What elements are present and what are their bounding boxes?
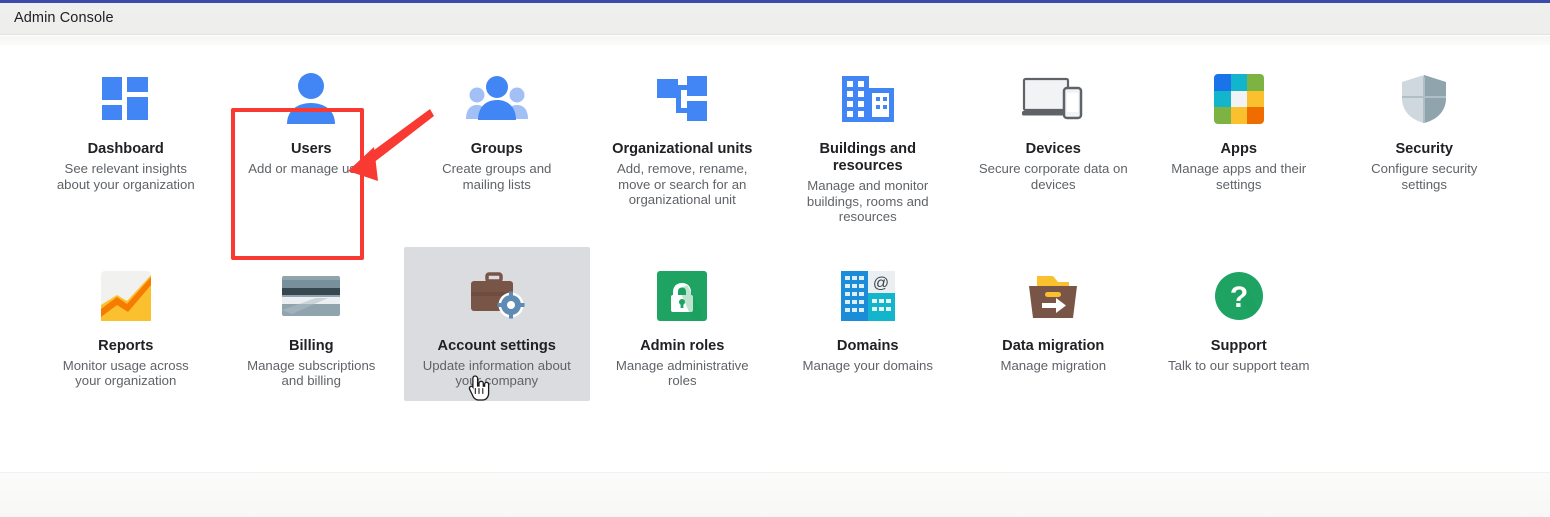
devices-laptop-phone-icon: [1022, 68, 1084, 130]
tile-label: Billing: [288, 337, 334, 354]
apps-color-grid-icon: [1213, 68, 1264, 130]
shield-icon: [1400, 68, 1448, 130]
tile-label: Devices: [1025, 141, 1081, 157]
tile-label: Users: [290, 141, 332, 157]
tile-description: Manage apps and their settings: [1171, 161, 1307, 192]
tile-data-migration[interactable]: Data migration Manage migration: [961, 247, 1147, 401]
tile-organizational-units[interactable]: Organizational units Add, remove, rename,…: [590, 50, 776, 237]
tile-description: Manage and monitor buildings, rooms and …: [806, 178, 929, 224]
svg-text:@: @: [873, 275, 889, 292]
header-divider-strip: [0, 36, 1550, 45]
main-content-area: Dashboard See relevant insights about you…: [0, 45, 1550, 472]
tile-users[interactable]: Users Add or manage users: [219, 50, 405, 237]
svg-text:?: ?: [1230, 281, 1248, 314]
tile-apps[interactable]: Apps Manage apps and their settings: [1146, 50, 1332, 237]
tile-label: Domains: [836, 337, 899, 354]
admin-console-window: Admin Console Dashboard See relevant insi…: [0, 0, 1550, 517]
dashboard-grid-icon: [101, 68, 151, 130]
tile-description: Manage subscriptions and billing: [247, 357, 376, 389]
org-tree-icon: [656, 68, 708, 130]
migration-box-arrow-icon: [1025, 265, 1081, 327]
tile-label: Admin roles: [640, 337, 725, 354]
tile-support[interactable]: ? Support Talk to our support team: [1146, 247, 1332, 401]
tile-description: Manage your domains: [802, 357, 933, 373]
tile-description: Secure corporate data on devices: [978, 161, 1128, 192]
tile-account-settings[interactable]: Account settings Update information about…: [404, 246, 590, 401]
tile-label: Apps: [1220, 141, 1257, 157]
tile-domains[interactable]: @ Domains Manage your domains: [775, 247, 961, 401]
bottom-strip: [0, 472, 1550, 517]
tile-devices[interactable]: Devices Secure corporate data on devices: [961, 50, 1147, 237]
tile-reports[interactable]: Reports Monitor usage across your organiz…: [33, 247, 219, 401]
tile-label: Buildings and resources: [819, 141, 916, 174]
tile-label: Data migration: [1002, 337, 1105, 354]
title-bar: Admin Console: [0, 3, 1550, 35]
tile-label: Reports: [98, 337, 154, 354]
tile-billing[interactable]: Billing Manage subscriptions and billing: [219, 247, 405, 401]
tile-description: Update information about your company: [422, 357, 571, 389]
briefcase-gear-icon: [469, 265, 525, 327]
analytics-chart-icon: [100, 265, 151, 327]
page-title: Admin Console: [14, 10, 114, 26]
tile-description: Talk to our support team: [1168, 357, 1310, 373]
person-icon: [284, 68, 338, 130]
buildings-icon: [841, 68, 895, 130]
tile-label: Account settings: [437, 337, 556, 354]
people-group-icon: [465, 68, 529, 130]
tile-description: See relevant insights about your organiz…: [56, 161, 195, 192]
tile-admin-roles[interactable]: Admin roles Manage administrative roles: [590, 247, 776, 401]
tile-security[interactable]: Security Configure security settings: [1332, 50, 1518, 237]
tile-dashboard[interactable]: Dashboard See relevant insights about you…: [33, 50, 219, 237]
tile-description: Monitor usage across your organization: [62, 357, 189, 389]
tile-label: Security: [1395, 141, 1454, 157]
credit-card-icon: [282, 265, 341, 327]
tile-label: Groups: [470, 141, 523, 157]
tile-description: Add or manage users: [248, 161, 375, 176]
domain-at-icon: @: [840, 265, 895, 327]
tile-label: Dashboard: [87, 141, 164, 157]
tile-description: Manage migration: [1000, 357, 1107, 373]
tile-label: Organizational units: [612, 141, 753, 157]
question-circle-icon: ?: [1214, 265, 1264, 327]
app-tile-grid: Dashboard See relevant insights about you…: [33, 50, 1517, 401]
lock-icon: [657, 265, 708, 327]
tile-buildings-and-resources[interactable]: Buildings and resources Manage and monito…: [775, 50, 961, 237]
tile-description: Manage administrative roles: [615, 357, 749, 389]
tile-description: Create groups and mailing lists: [442, 161, 552, 192]
tile-groups[interactable]: Groups Create groups and mailing lists: [404, 50, 590, 237]
tile-description: Add, remove, rename, move or search for …: [617, 161, 748, 207]
tile-label: Support: [1210, 337, 1267, 354]
tile-description: Configure security settings: [1371, 161, 1478, 192]
